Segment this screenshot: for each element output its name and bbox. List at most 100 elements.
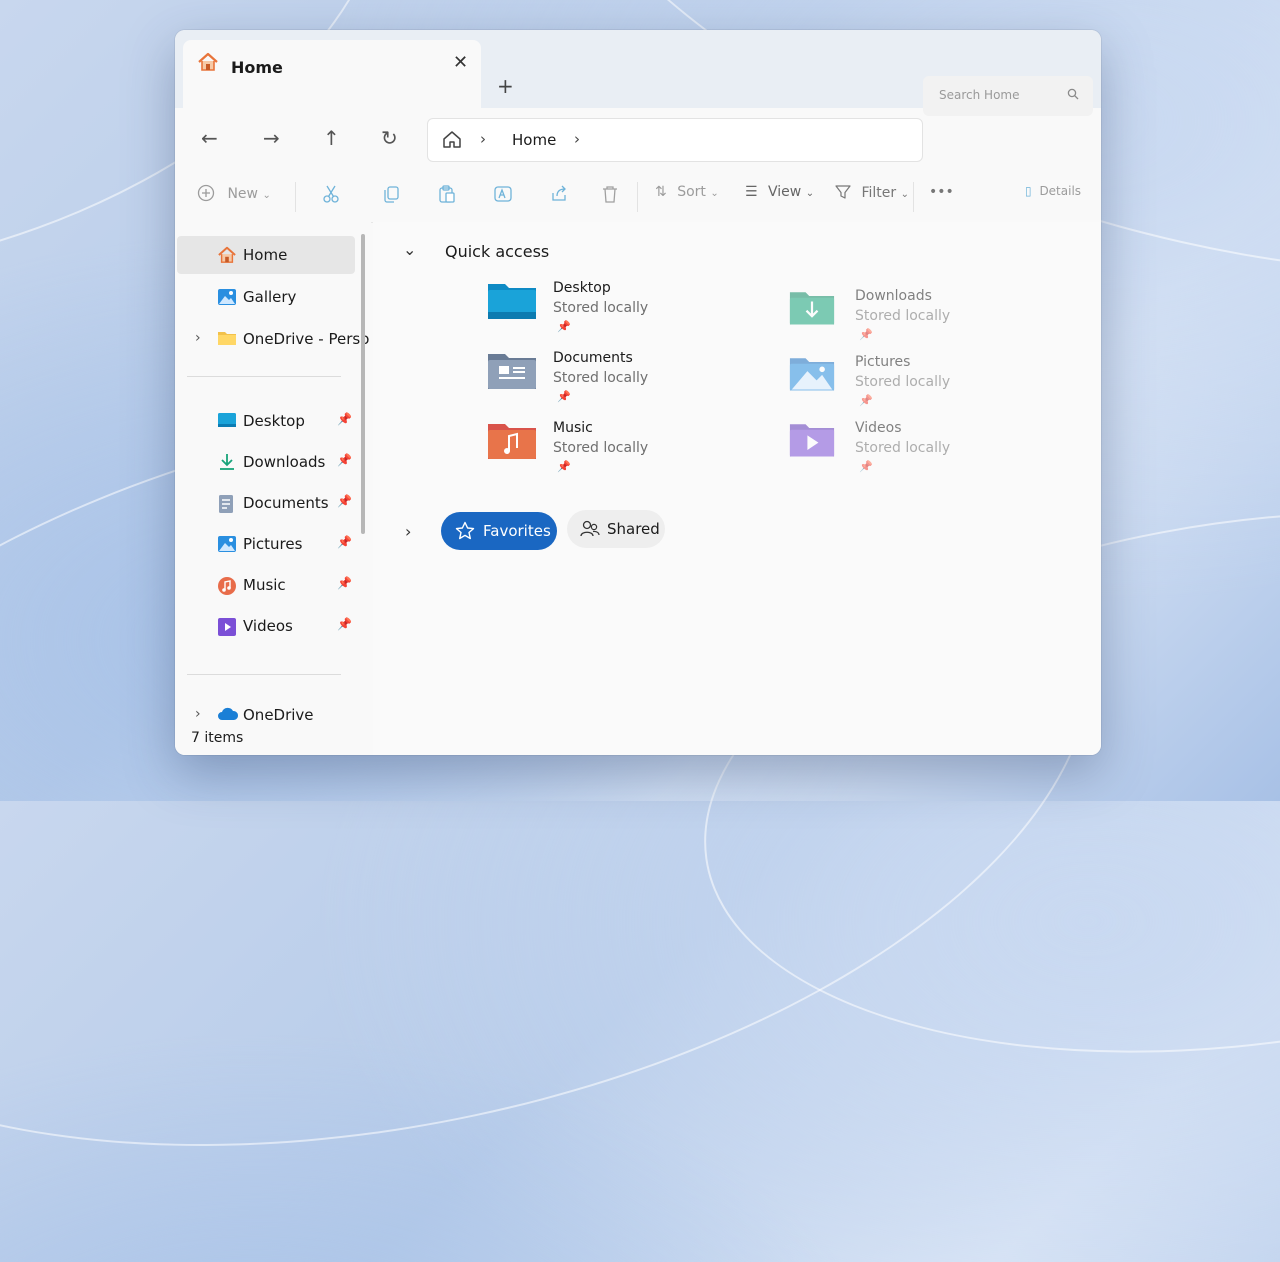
cut-icon[interactable]: [321, 184, 341, 208]
home-icon: [217, 246, 237, 268]
filter-icon: [835, 185, 851, 199]
file-explorer-window: Home ✕ + — ▢ ✕ ← → ↑ ↻ › Home › Search H…: [175, 30, 1101, 755]
folder-documents[interactable]: Documents Stored locally 📌: [487, 350, 757, 412]
folder-music[interactable]: Music Stored locally 📌: [487, 420, 757, 482]
pin-icon[interactable]: 📌: [337, 617, 352, 631]
sidebar-scrollbar[interactable]: [361, 234, 365, 534]
chevron-down-icon[interactable]: ⌄: [403, 240, 416, 259]
favorites-pill[interactable]: Favorites: [441, 512, 557, 550]
sidebar-item-pictures[interactable]: Pictures 📌: [177, 525, 355, 563]
address-bar[interactable]: › Home ›: [427, 118, 923, 162]
shared-pill[interactable]: Shared: [567, 510, 665, 548]
star-icon: [455, 521, 475, 545]
back-arrow-icon[interactable]: ←: [201, 126, 218, 150]
folder-name: Videos: [855, 420, 902, 436]
chevron-down-icon: ⌄: [710, 188, 719, 199]
folder-status: Stored locally: [553, 440, 649, 456]
toolbar-divider: [295, 182, 296, 212]
sidebar-item-label: Music: [243, 576, 286, 594]
pin-icon: 📌: [859, 394, 873, 407]
paste-icon[interactable]: [437, 184, 457, 208]
downloads-icon: [217, 453, 237, 475]
search-placeholder: Search Home: [939, 88, 1020, 102]
chevron-right-icon[interactable]: ›: [405, 522, 411, 541]
rename-icon[interactable]: [493, 184, 513, 208]
close-tab-icon[interactable]: ✕: [453, 52, 468, 73]
folder-videos[interactable]: Videos Stored locally 📌: [789, 420, 1059, 482]
documents-icon: [217, 494, 235, 518]
view-label: View: [768, 184, 802, 200]
sort-button[interactable]: ⇅ Sort ⌄: [655, 184, 719, 200]
more-options-icon[interactable]: •••: [929, 184, 954, 200]
sidebar-item-label: Downloads: [243, 453, 326, 471]
command-bar: New ⌄ ⇅ Sort ⌄ ☰ View ⌄ Filter ⌄ ••• ▯ D…: [175, 170, 1101, 223]
details-label: Details: [1039, 184, 1082, 198]
sidebar-item-gallery[interactable]: Gallery: [177, 278, 355, 316]
pin-icon: 📌: [859, 328, 873, 341]
copy-icon[interactable]: [381, 184, 401, 208]
desktop-icon: [217, 412, 237, 432]
favorites-label: Favorites: [483, 522, 551, 540]
navigation-bar: ← → ↑ ↻ › Home ›: [175, 108, 1101, 170]
filter-button[interactable]: Filter ⌄: [835, 184, 909, 201]
folder-name: Desktop: [553, 280, 611, 296]
new-tab-button[interactable]: +: [497, 74, 514, 98]
chevron-right-icon[interactable]: ›: [195, 706, 201, 722]
pin-icon[interactable]: 📌: [337, 576, 352, 590]
pin-icon[interactable]: 📌: [337, 412, 352, 426]
content-area: ⌄ Quick access Desktop Stored locally 📌 …: [373, 222, 1101, 755]
folder-pictures[interactable]: Pictures Stored locally 📌: [789, 354, 1059, 416]
refresh-icon[interactable]: ↻: [381, 126, 398, 150]
chevron-right-icon[interactable]: ›: [195, 330, 201, 346]
sidebar-item-onedrive[interactable]: › OneDrive: [177, 696, 355, 734]
view-button[interactable]: ☰ View ⌄: [745, 184, 814, 200]
folder-name: Music: [553, 420, 593, 436]
up-arrow-icon[interactable]: ↑: [323, 126, 340, 150]
toolbar-divider: [913, 182, 914, 212]
pin-icon: 📌: [859, 460, 873, 473]
search-icon: [1067, 88, 1079, 103]
folder-downloads[interactable]: Downloads Stored locally 📌: [789, 288, 1059, 350]
sidebar-divider: [187, 674, 341, 675]
search-input[interactable]: Search Home: [923, 76, 1093, 116]
share-icon[interactable]: [549, 184, 569, 208]
new-label: New: [227, 186, 258, 202]
delete-icon[interactable]: [601, 184, 619, 208]
toolbar-divider: [637, 182, 638, 212]
sidebar-item-home[interactable]: Home: [177, 236, 355, 274]
sidebar-item-music[interactable]: Music 📌: [177, 566, 355, 604]
tab-home[interactable]: Home ✕: [183, 40, 481, 108]
pin-icon[interactable]: 📌: [337, 494, 352, 508]
quick-access-heading: Quick access: [445, 242, 550, 261]
folder-status: Stored locally: [855, 440, 951, 456]
folder-status: Stored locally: [553, 370, 649, 386]
sidebar-item-desktop[interactable]: Desktop 📌: [177, 402, 355, 440]
sidebar-item-onedrive-personal[interactable]: › OneDrive - Perso: [177, 320, 369, 358]
shared-label: Shared: [607, 520, 660, 538]
sidebar-item-label: Gallery: [243, 288, 297, 306]
new-button[interactable]: New ⌄: [197, 184, 271, 202]
folder-desktop[interactable]: Desktop Stored locally 📌: [487, 280, 757, 342]
sidebar-item-label: Home: [243, 246, 288, 264]
forward-arrow-icon[interactable]: →: [263, 126, 280, 150]
sidebar-item-documents[interactable]: Documents 📌: [177, 484, 355, 522]
pin-icon[interactable]: 📌: [337, 453, 352, 467]
music-icon: [217, 576, 237, 600]
breadcrumb-chevron-icon[interactable]: ›: [574, 130, 580, 148]
breadcrumb-chevron-icon[interactable]: ›: [480, 130, 486, 148]
address-home-icon[interactable]: [442, 130, 462, 153]
details-button[interactable]: ▯ Details: [1025, 184, 1081, 198]
sidebar-item-videos[interactable]: Videos 📌: [177, 607, 355, 645]
breadcrumb-home[interactable]: Home: [512, 131, 556, 149]
gallery-icon: [217, 288, 237, 310]
sort-icon: ⇅: [655, 184, 667, 200]
sidebar-item-downloads[interactable]: Downloads 📌: [177, 443, 355, 481]
pictures-icon: [217, 535, 237, 557]
music-folder-icon: [487, 420, 537, 464]
pin-icon[interactable]: 📌: [337, 535, 352, 549]
tab-title: Home: [231, 58, 283, 77]
videos-icon: [217, 617, 237, 641]
documents-folder-icon: [487, 350, 537, 394]
folder-name: Pictures: [855, 354, 911, 370]
plus-circle-icon: [197, 184, 215, 202]
